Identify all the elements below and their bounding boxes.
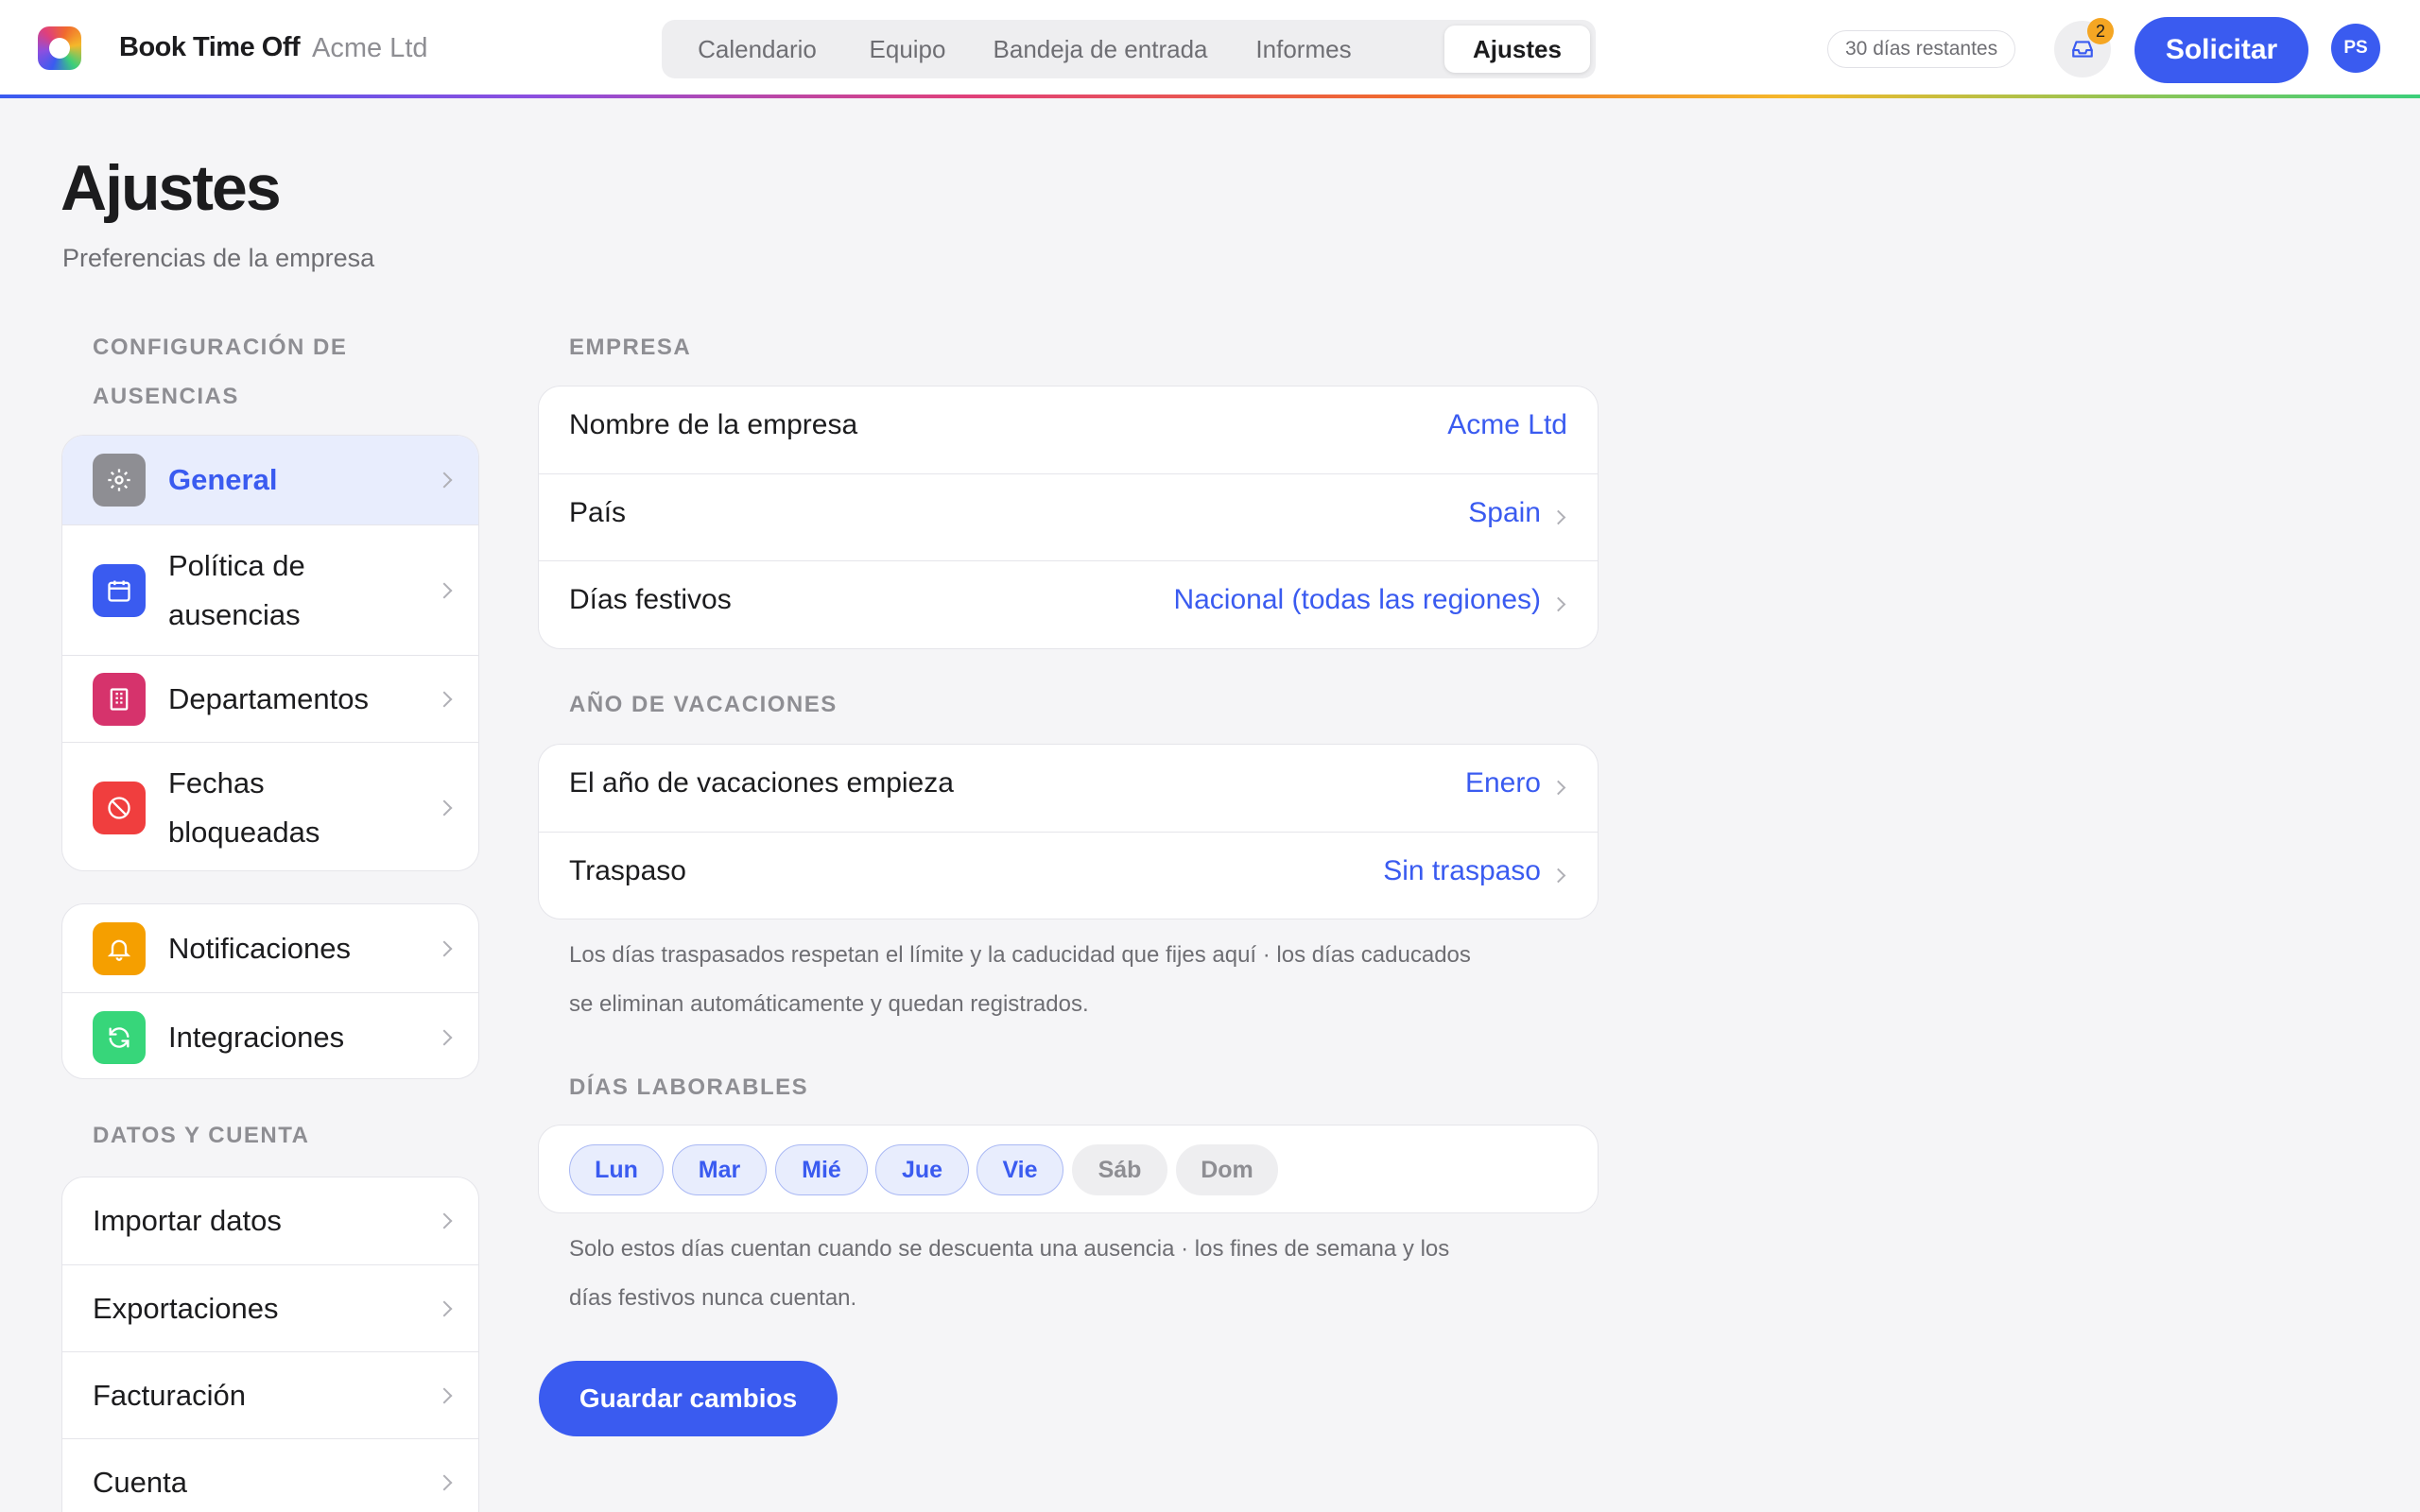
sidebar-item-exportaciones[interactable]: Exportaciones — [62, 1264, 478, 1351]
chevron-right-icon — [436, 799, 453, 816]
working-days-note: Solo estos días cuentan cuando se descue… — [569, 1236, 1450, 1311]
tab-calendario[interactable]: Calendario — [671, 26, 843, 73]
row-label: Traspaso — [569, 855, 686, 886]
country-row[interactable]: País Spain — [539, 473, 1598, 560]
day-chip-lun[interactable]: Lun — [569, 1144, 664, 1195]
chevron-right-icon — [436, 1300, 453, 1317]
sidebar-item-label: Fechas bloqueadas — [168, 766, 320, 849]
calendar-icon — [93, 564, 146, 617]
section-dias-laborables: DÍAS LABORABLES — [569, 1074, 809, 1100]
row-label: Días festivos — [569, 584, 732, 615]
chevron-right-icon — [436, 1029, 453, 1046]
chevron-right-icon — [436, 1212, 453, 1229]
avatar[interactable]: PS — [2331, 24, 2380, 73]
page-subtitle: Preferencias de la empresa — [62, 244, 375, 272]
chevron-right-icon — [436, 582, 453, 599]
chevron-right-icon — [436, 940, 453, 957]
country-value: Spain — [1468, 497, 1541, 528]
sidebar-item-general[interactable]: General — [62, 436, 478, 524]
sidebar-item-label: Notificaciones — [168, 932, 351, 965]
year-start-value: Enero — [1464, 767, 1541, 799]
sidebar-item-politica[interactable]: Política de ausencias — [62, 524, 478, 655]
tab-ajustes[interactable]: Ajustes — [1444, 26, 1590, 73]
sidebar-item-departamentos[interactable]: Departamentos — [62, 655, 478, 742]
request-button[interactable]: Solicitar — [2135, 17, 2308, 83]
day-chip-mar[interactable]: Mar — [672, 1144, 767, 1195]
sidebar-item-facturacion[interactable]: Facturación — [62, 1351, 478, 1438]
sidebar-item-label: Departamentos — [168, 682, 369, 715]
save-button[interactable]: Guardar cambios — [539, 1361, 838, 1436]
chevron-right-icon — [436, 691, 453, 708]
carryover-row[interactable]: Traspaso Sin traspaso — [539, 832, 1598, 919]
carryover-value: Sin traspaso — [1383, 855, 1541, 886]
chevron-right-icon — [1550, 780, 1566, 796]
sidebar-section-data: DATOS Y CUENTA — [93, 1123, 310, 1148]
bell-icon — [93, 922, 146, 975]
sidebar-item-label: Integraciones — [168, 1021, 345, 1054]
tab-bandeja-de-entrada[interactable]: Bandeja de entrada — [972, 26, 1229, 73]
sidebar-item-label: General — [168, 463, 278, 496]
gear-icon — [93, 454, 146, 507]
building-icon — [93, 673, 146, 726]
top-bar: Book Time Off Acme Ltd Calendario Equipo… — [0, 0, 2420, 94]
sidebar-item-label: Importar datos — [93, 1204, 282, 1237]
tab-equipo[interactable]: Equipo — [843, 26, 972, 73]
chevron-right-icon — [436, 472, 453, 489]
day-chip-mie[interactable]: Mié — [775, 1144, 868, 1195]
working-days-card: Lun Mar Mié Jue Vie Sáb Dom — [538, 1125, 1599, 1213]
app-name: Book Time Off — [119, 32, 301, 62]
chevron-right-icon — [436, 1474, 453, 1491]
chevron-right-icon — [1550, 868, 1566, 884]
sidebar-item-notificaciones[interactable]: Notificaciones — [62, 904, 478, 992]
sidebar-leave-card: General Política de ausencias Departamen… — [61, 435, 479, 871]
year-start-row[interactable]: El año de vacaciones empieza Enero — [539, 745, 1598, 832]
day-chip-vie[interactable]: Vie — [977, 1144, 1063, 1195]
holiday-year-card: El año de vacaciones empieza Enero Trasp… — [538, 744, 1599, 919]
row-label: País — [569, 497, 627, 528]
public-holidays-row[interactable]: Días festivos Nacional (todas las region… — [539, 560, 1598, 647]
sidebar-item-label: Cuenta — [93, 1466, 187, 1499]
public-holidays-value: Nacional (todas las regiones) — [1173, 584, 1541, 615]
days-remaining-badge: 30 días restantes — [1827, 30, 2016, 68]
company-name: Acme Ltd — [312, 33, 428, 63]
chevron-right-icon — [1550, 596, 1566, 612]
app-logo[interactable] — [38, 26, 81, 70]
block-icon — [93, 782, 146, 834]
day-chip-dom[interactable]: Dom — [1176, 1144, 1278, 1195]
company-name-row[interactable]: Nombre de la empresa Acme Ltd — [539, 387, 1598, 473]
sidebar-item-label: Política de ausencias — [168, 549, 305, 631]
day-chip-sab[interactable]: Sáb — [1072, 1144, 1167, 1195]
sidebar-item-label: Facturación — [93, 1379, 246, 1412]
inbox-count-badge: 2 — [2087, 18, 2114, 44]
header-gradient-divider — [0, 94, 2420, 98]
sidebar-other-card: Notificaciones Integraciones — [61, 903, 479, 1079]
chevron-right-icon — [436, 1387, 453, 1404]
row-label: Nombre de la empresa — [569, 409, 858, 440]
sidebar-item-integraciones[interactable]: Integraciones — [62, 992, 478, 1078]
carryover-note: Los días traspasados respetan el límite … — [569, 942, 1471, 1017]
sidebar-section-leave: CONFIGURACIÓN DE AUSENCIAS — [93, 335, 348, 409]
company-card: Nombre de la empresa Acme Ltd País Spain… — [538, 386, 1599, 649]
tab-informes[interactable]: Informes — [1229, 26, 1378, 73]
section-ano-de-vacaciones: AÑO DE VACACIONES — [569, 692, 838, 717]
main-nav: Calendario Equipo Bandeja de entrada Inf… — [662, 20, 1596, 78]
sync-icon — [93, 1011, 146, 1064]
day-chip-jue[interactable]: Jue — [875, 1144, 969, 1195]
row-label: El año de vacaciones empieza — [569, 767, 954, 799]
sidebar-data-card: Importar datos Exportaciones Facturación… — [61, 1177, 479, 1512]
sidebar-item-cuenta[interactable]: Cuenta — [62, 1438, 478, 1512]
sidebar-item-importar[interactable]: Importar datos — [62, 1177, 478, 1264]
sidebar-item-label: Exportaciones — [93, 1292, 279, 1325]
section-empresa: EMPRESA — [569, 335, 692, 360]
page-title: Ajustes — [60, 152, 282, 224]
sidebar-item-fechas-bloqueadas[interactable]: Fechas bloqueadas — [62, 742, 478, 870]
chevron-right-icon — [1550, 509, 1566, 525]
company-name-value: Acme Ltd — [1447, 409, 1567, 440]
